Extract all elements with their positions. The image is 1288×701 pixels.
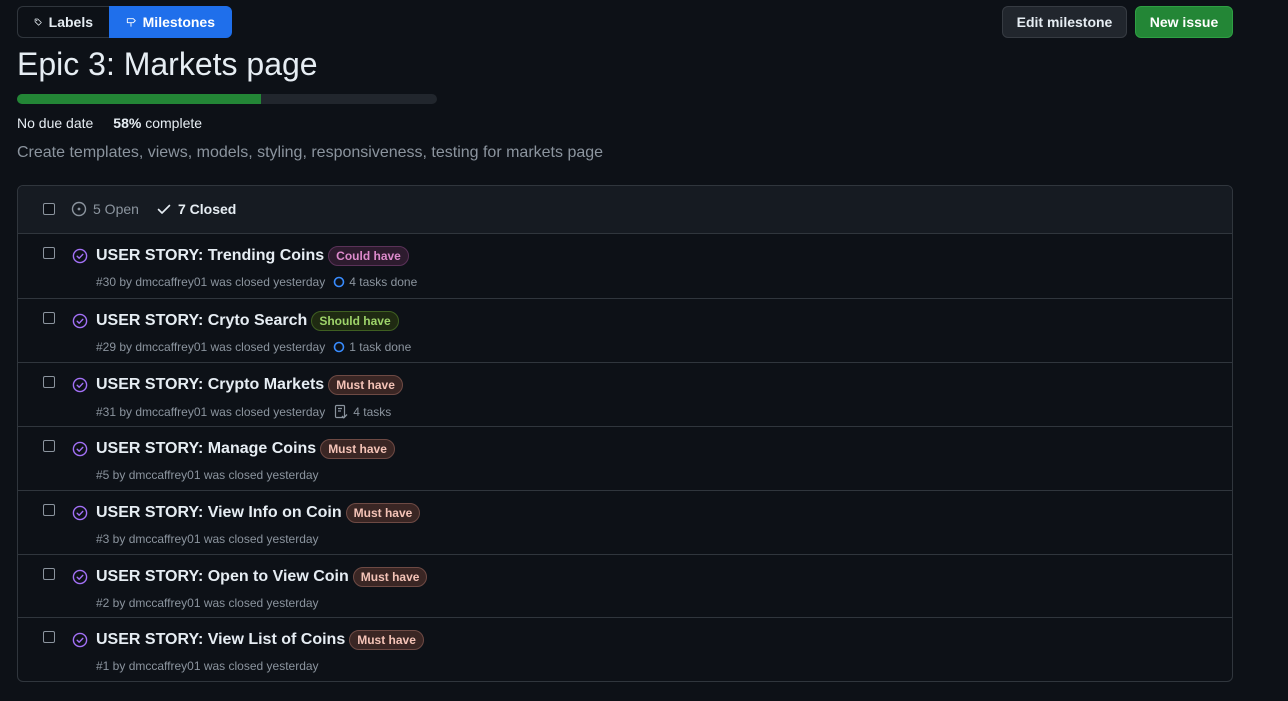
issue-meta: #29 by dmccaffrey01 was closed yesterday… (96, 340, 411, 354)
milestones-tab[interactable]: Milestones (109, 6, 232, 38)
issue-closed-icon (72, 569, 88, 585)
issue-meta-text: #29 by dmccaffrey01 was closed yesterday (96, 340, 326, 354)
issue-meta-text: #1 by dmccaffrey01 was closed yesterday (96, 659, 319, 673)
issue-meta-text: #31 by dmccaffrey01 was closed yesterday (96, 405, 326, 419)
issue-label[interactable]: Must have (328, 375, 403, 395)
issue-title-link[interactable]: USER STORY: View List of Coins (96, 631, 345, 649)
issue-row[interactable]: USER STORY: View Info on Coin Must have … (18, 491, 1232, 555)
issues-list-header: 5 Open 7 Closed (18, 186, 1232, 234)
issue-meta: #31 by dmccaffrey01 was closed yesterday… (96, 404, 391, 420)
issue-row[interactable]: USER STORY: Crypto Markets Must have #31… (18, 363, 1232, 427)
issue-title-line: USER STORY: View Info on Coin Must have (96, 503, 421, 523)
issue-label[interactable]: Should have (311, 311, 399, 331)
issue-label[interactable]: Must have (352, 567, 428, 587)
tag-icon (34, 18, 42, 26)
due-date: No due date (17, 115, 94, 131)
issue-row[interactable]: USER STORY: Cryto Search Should have #29… (18, 299, 1232, 363)
completion-percent: 58% (113, 115, 142, 131)
closed-count: 7 Closed (178, 201, 237, 217)
issue-meta: #1 by dmccaffrey01 was closed yesterday (96, 659, 319, 673)
issue-checkbox[interactable] (43, 504, 55, 516)
issue-meta: #3 by dmccaffrey01 was closed yesterday (96, 532, 319, 546)
issue-title-line: USER STORY: Crypto Markets Must have (96, 375, 403, 395)
issue-checkbox[interactable] (43, 312, 55, 324)
issue-closed-icon (72, 632, 88, 648)
issue-meta-text: #2 by dmccaffrey01 was closed yesterday (96, 596, 319, 610)
select-all-checkbox[interactable] (43, 203, 55, 215)
issue-closed-icon (72, 248, 88, 264)
progress-circle-icon (333, 276, 345, 288)
issue-title-line: USER STORY: Manage Coins Must have (96, 439, 395, 459)
issue-closed-icon (72, 377, 88, 393)
issue-closed-icon (72, 441, 88, 457)
issue-row[interactable]: USER STORY: Trending Coins Could have #3… (18, 234, 1232, 299)
issue-meta-text: #30 by dmccaffrey01 was closed yesterday (96, 275, 326, 289)
issue-title-link[interactable]: USER STORY: Trending Coins (96, 247, 324, 265)
issue-closed-icon (72, 313, 88, 329)
checklist-icon (335, 404, 348, 419)
open-count: 5 Open (93, 201, 139, 217)
completion: 58% complete (113, 115, 202, 131)
issue-meta: #2 by dmccaffrey01 was closed yesterday (96, 596, 319, 610)
issue-title-line: USER STORY: View List of Coins Must have (96, 630, 424, 650)
issue-title-link[interactable]: USER STORY: Cryto Search (96, 312, 307, 330)
issue-title-link[interactable]: USER STORY: Manage Coins (96, 440, 316, 458)
issue-meta: #30 by dmccaffrey01 was closed yesterday… (96, 275, 417, 289)
labels-tab-label: Labels (48, 14, 93, 30)
issue-title-line: USER STORY: Open to View Coin Must have (96, 567, 428, 587)
issue-meta-text: #3 by dmccaffrey01 was closed yesterday (96, 532, 319, 546)
issue-checkbox[interactable] (43, 631, 55, 643)
issue-checkbox[interactable] (43, 247, 55, 259)
issue-label[interactable]: Must have (349, 630, 424, 650)
issue-title-line: USER STORY: Trending Coins Could have (96, 246, 409, 266)
issue-checkbox[interactable] (43, 440, 55, 452)
progress-circle-icon (333, 341, 345, 353)
issue-title-link[interactable]: USER STORY: View Info on Coin (96, 504, 342, 522)
issue-meta: #5 by dmccaffrey01 was closed yesterday (96, 468, 319, 482)
milestone-meta: No due date 58% complete (17, 115, 202, 131)
issue-row[interactable]: USER STORY: View List of Coins Must have… (18, 618, 1232, 681)
issue-checkbox[interactable] (43, 376, 55, 388)
milestone-progress-fill (17, 94, 261, 104)
issue-open-icon (71, 201, 87, 217)
issue-row[interactable]: USER STORY: Manage Coins Must have #5 by… (18, 427, 1232, 491)
issue-label[interactable]: Must have (345, 503, 421, 523)
milestone-progress-bar (17, 94, 437, 104)
issue-title-line: USER STORY: Cryto Search Should have (96, 311, 399, 331)
issue-checkbox[interactable] (43, 568, 55, 580)
milestone-title: Epic 3: Markets page (17, 46, 318, 82)
issue-label[interactable]: Could have (328, 246, 409, 266)
task-progress-label: 4 tasks (353, 405, 392, 419)
issue-label[interactable]: Must have (320, 439, 395, 459)
open-filter[interactable]: 5 Open (71, 201, 139, 217)
edit-milestone-button[interactable]: Edit milestone (1002, 6, 1127, 38)
labels-tab[interactable]: Labels (17, 6, 109, 38)
issues-list: 5 Open 7 Closed USER STORY: Trending Coi… (17, 185, 1233, 682)
task-progress: 4 tasks (333, 404, 391, 420)
new-issue-button[interactable]: New issue (1135, 6, 1233, 38)
task-progress: 4 tasks done (333, 275, 417, 289)
issue-title-link[interactable]: USER STORY: Crypto Markets (96, 376, 324, 394)
task-progress-label: 1 task done (349, 340, 412, 354)
check-icon (157, 204, 171, 214)
issue-closed-icon (72, 505, 88, 521)
issue-meta-text: #5 by dmccaffrey01 was closed yesterday (96, 468, 319, 482)
closed-filter[interactable]: 7 Closed (156, 201, 236, 217)
labels-milestones-switcher: Labels Milestones (17, 6, 232, 38)
milestone-description: Create templates, views, models, styling… (17, 144, 604, 161)
milestones-tab-label: Milestones (142, 14, 215, 30)
issue-row[interactable]: USER STORY: Open to View Coin Must have … (18, 555, 1232, 618)
milestone-icon (126, 18, 136, 27)
completion-label: complete (145, 115, 203, 131)
task-progress-label: 4 tasks done (349, 275, 418, 289)
task-progress: 1 task done (333, 340, 411, 354)
issue-title-link[interactable]: USER STORY: Open to View Coin (96, 568, 349, 586)
